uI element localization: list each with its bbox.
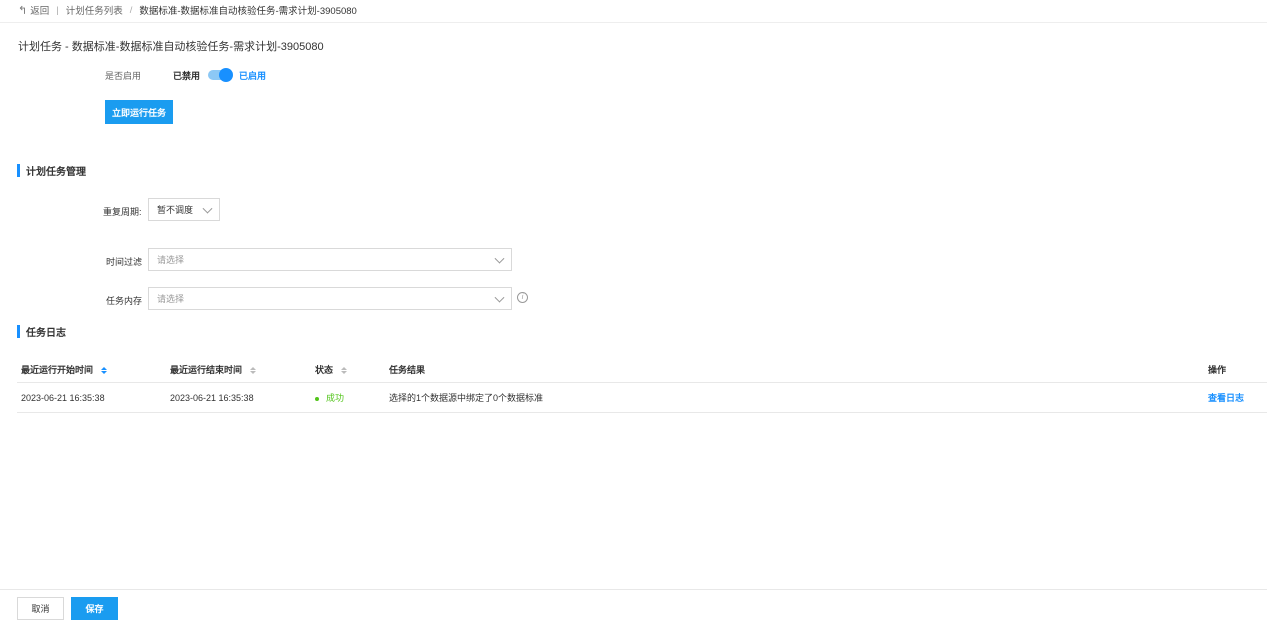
- row-start-time: 2023-06-21 16:35:38: [21, 392, 105, 403]
- col-status-label: 状态: [315, 364, 334, 375]
- cancel-button[interactable]: 取消: [17, 597, 64, 620]
- run-now-button[interactable]: 立即运行任务: [105, 100, 173, 124]
- col-start-time-label: 最近运行开始时间: [21, 364, 94, 375]
- repeat-cycle-value: 暂不调度: [157, 205, 194, 215]
- breadcrumb-separator: |: [56, 4, 59, 16]
- chevron-down-icon: [494, 292, 505, 303]
- breadcrumb: ↰ 返回 | 计划任务列表 / 数据标准-数据标准自动核验任务-需求计划-390…: [18, 3, 357, 18]
- col-status[interactable]: 状态: [315, 363, 347, 376]
- top-divider: [0, 22, 1267, 23]
- footer: 取消 保存: [0, 589, 1267, 620]
- toggle-knob: [219, 68, 234, 82]
- sort-icon[interactable]: [340, 366, 347, 374]
- view-log-link[interactable]: 查看日志: [1208, 391, 1244, 404]
- log-section-label: 任务日志: [26, 327, 66, 339]
- col-result: 任务结果: [389, 364, 426, 375]
- col-end-time-label: 最近运行结束时间: [170, 364, 243, 375]
- schedule-section-title: 计划任务管理: [17, 163, 86, 178]
- section-bar: [17, 324, 20, 338]
- table-header: 最近运行开始时间 最近运行结束时间 状态 任务结果 操作: [17, 356, 1267, 383]
- col-operation: 操作: [1208, 364, 1227, 375]
- sort-icon[interactable]: [100, 366, 107, 374]
- task-memory-label: 任务内存: [106, 296, 143, 306]
- status-text: 成功: [326, 393, 345, 403]
- info-icon[interactable]: i: [517, 292, 528, 303]
- sort-icon[interactable]: [249, 366, 256, 374]
- time-filter-label: 时间过滤: [106, 257, 143, 267]
- row-status: 成功: [315, 391, 344, 404]
- col-start-time[interactable]: 最近运行开始时间: [21, 363, 107, 376]
- log-table: 最近运行开始时间 最近运行结束时间 状态 任务结果 操作 2023-06-21 …: [17, 356, 1267, 413]
- time-filter-placeholder: 请选择: [157, 255, 185, 265]
- col-end-time[interactable]: 最近运行结束时间: [170, 363, 256, 376]
- save-button[interactable]: 保存: [71, 597, 118, 620]
- repeat-cycle-label: 重复周期:: [103, 207, 142, 217]
- status-dot-icon: [315, 396, 319, 401]
- time-filter-select[interactable]: 请选择: [148, 248, 512, 271]
- enable-row: 是否启用 已禁用 已启用: [105, 68, 266, 82]
- task-memory-select[interactable]: 请选择: [148, 287, 512, 310]
- enabled-label: 已启用: [239, 70, 267, 81]
- breadcrumb-current: 数据标准-数据标准自动核验任务-需求计划-3905080: [139, 6, 357, 17]
- disabled-label: 已禁用: [173, 70, 201, 81]
- log-section-title: 任务日志: [17, 324, 66, 339]
- enable-toggle[interactable]: [208, 68, 234, 82]
- chevron-down-icon: [494, 253, 505, 264]
- breadcrumb-slash: /: [129, 4, 133, 16]
- section-bar: [17, 163, 20, 177]
- table-row: 2023-06-21 16:35:38 2023-06-21 16:35:38 …: [17, 383, 1267, 413]
- enable-label: 是否启用: [105, 70, 142, 81]
- chevron-down-icon: [202, 203, 213, 214]
- back-arrow-icon[interactable]: ↰: [18, 4, 27, 17]
- task-memory-placeholder: 请选择: [157, 294, 185, 304]
- page-title: 计划任务 - 数据标准-数据标准自动核验任务-需求计划-3905080: [18, 41, 324, 53]
- row-end-time: 2023-06-21 16:35:38: [170, 392, 254, 403]
- back-link[interactable]: 返回: [30, 3, 49, 17]
- row-result: 选择的1个数据源中绑定了0个数据标准: [389, 393, 544, 403]
- schedule-section-label: 计划任务管理: [26, 166, 86, 178]
- repeat-cycle-select[interactable]: 暂不调度: [148, 198, 220, 221]
- breadcrumb-task-list-link[interactable]: 计划任务列表: [66, 3, 123, 17]
